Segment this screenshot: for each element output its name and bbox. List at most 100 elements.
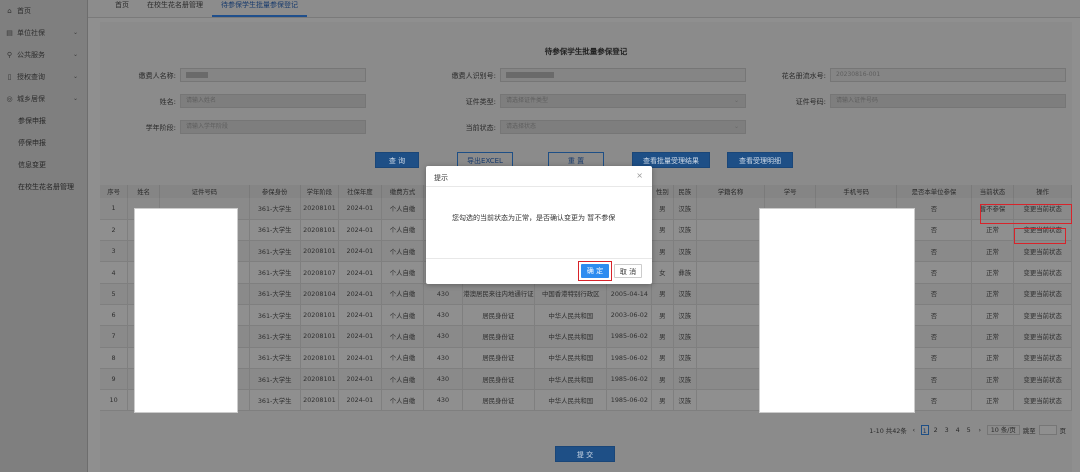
sidebar-item-0[interactable]: ⌂ 首页 [0,0,87,22]
table-cell: 2024-01 [338,304,382,327]
table-cell: 361-大学生 [249,219,301,242]
id-type-select[interactable]: 请选择证件类型 ⌄ [500,94,746,108]
table-cell: 1985-06-02 [606,325,653,348]
table-cell: 居民身份证 [462,389,536,412]
page-4[interactable]: 4 [954,425,962,435]
table-cell: 中华人民共和国 [534,325,608,348]
payer-name-field [180,68,366,82]
sidebar-item-3[interactable]: ▯ 授权查询 ⌄ [0,66,87,88]
sidebar-item-4[interactable]: ◎ 城乡居保 ⌄ [0,88,87,110]
table-cell: 430 [423,389,463,412]
table-cell: 汉族 [673,389,697,412]
globe-icon: ◎ [6,94,13,103]
table-cell: 4 [100,261,129,284]
table-cell: 2005-04-14 [606,283,653,305]
redacted-value [506,71,554,78]
change-status-link[interactable]: 变更当前状态 [1013,304,1072,327]
table-cell: 男 [651,347,674,369]
building-icon: ▤ [6,28,13,37]
sidebar-item-label: 单位社保 [17,29,45,37]
change-status-link[interactable]: 变更当前状态 [1013,368,1072,391]
change-status-link[interactable]: 变更当前状态 [1013,325,1072,348]
table-cell: 361-大学生 [249,261,301,284]
table-cell: 男 [651,304,674,327]
cancel-button[interactable]: 取 消 [614,264,642,278]
table-cell: 男 [651,198,674,220]
table-cell: 个人自缴 [381,389,425,412]
tab-home[interactable]: 首页 [106,0,138,17]
sidebar: ⌂ 首页 ▤ 单位社保 ⌄ ⚲ 公共服务 ⌄ ▯ 授权查询 ⌄ ◎ 城乡居保 ⌄ 参保申报 停保申报 信息变更在… [0,0,88,472]
page-2[interactable]: 2 [932,425,940,435]
table-cell: 汉族 [673,219,697,242]
name-input[interactable]: 请输入姓名 [180,94,366,108]
table-cell: 2024-01 [338,261,382,284]
detail-button[interactable]: 查看受理明细 [727,152,793,168]
table-cell: 430 [423,283,463,305]
tab-roster-management[interactable]: 在校生花名册管理 [138,0,212,17]
table-cell: 个人自缴 [381,304,425,327]
school-year-input[interactable]: 请输入学年阶段 [180,120,366,134]
table-cell: 汉族 [673,304,697,327]
tab-batch-enrollment[interactable]: 待参保学生批量参保登记 [212,0,307,17]
sidebar-item-2[interactable]: ⚲ 公共服务 ⌄ [0,44,87,66]
sidebar-item-label: 公共服务 [17,51,45,59]
change-status-link[interactable]: 变更当前状态 [1013,261,1072,284]
table-cell: 汉族 [673,368,697,391]
table-cell [696,389,766,412]
sidebar-item-1[interactable]: ▤ 单位社保 ⌄ [0,22,87,44]
sidebar-subitem-1[interactable]: 停保申报 [0,132,87,154]
id-type-label: 证件类型: [465,98,496,106]
table-cell [696,283,766,305]
payer-id-field [500,68,746,82]
change-status-link[interactable]: 变更当前状态 [1013,283,1072,305]
change-status-link[interactable]: 变更当前状态 [1013,389,1072,412]
change-status-link[interactable]: 变更当前状态 [1013,347,1072,369]
next-page-icon[interactable]: › [976,425,984,435]
table-cell [696,261,766,284]
table-cell: 汉族 [673,325,697,348]
divider [426,258,652,259]
page-5[interactable]: 5 [965,425,973,435]
dialog-title: 提示 [434,174,448,182]
table-cell: 361-大学生 [249,347,301,369]
redacted-value [186,71,208,78]
table-cell: 5 [100,283,129,305]
status-select[interactable]: 请选择状态 ⌄ [500,120,746,134]
sidebar-subitem-0[interactable]: 参保申报 [0,110,87,132]
jump-label: 跳至 [1022,426,1036,435]
confirm-button[interactable]: 确 定 [581,264,609,278]
table-cell: 361-大学生 [249,283,301,305]
search-icon: ⚲ [6,50,13,59]
pagination: 1-10 共42条 ‹ 1 2 3 4 5 › 10 条/页 跳至 页 [869,425,1066,435]
table-cell: 20208104 [300,283,340,305]
table-cell: 彝族 [673,261,697,284]
table-cell: 居民身份证 [462,304,536,327]
table-cell: 个人自缴 [381,240,425,263]
table-cell: 正常 [971,389,1015,412]
id-no-label: 证件号码: [795,98,826,106]
page-1[interactable]: 1 [920,425,929,435]
jump-input[interactable] [1038,425,1057,435]
table-cell: 正常 [971,347,1015,369]
column-header: 姓名 [127,185,161,198]
table-cell: 男 [651,283,674,305]
tab-bar: 首页 在校生花名册管理 待参保学生批量参保登记 [88,0,1080,18]
chevron-down-icon: ⌄ [733,123,739,130]
close-icon[interactable]: × [636,171,643,180]
id-no-input[interactable]: 请输入证件号码 [830,94,1066,108]
action-highlight [1014,228,1066,244]
divider [426,186,652,187]
status-placeholder: 请选择状态 [506,123,537,130]
query-button[interactable]: 查 询 [375,152,419,168]
page-3[interactable]: 3 [943,425,951,435]
table-cell: 1 [100,198,129,220]
sidebar-subitem-2[interactable]: 信息变更 [0,154,87,176]
redacted-block [134,208,238,413]
page-size-select[interactable]: 10 条/页 [986,425,1020,435]
table-cell: 正常 [971,261,1015,284]
prev-page-icon[interactable]: ‹ [910,425,918,435]
column-header: 操作 [1013,185,1072,198]
submit-button[interactable]: 提 交 [555,446,615,462]
sidebar-subitem-3[interactable]: 在校生花名册管理 [0,176,87,198]
column-header: 当前状态 [971,185,1015,198]
